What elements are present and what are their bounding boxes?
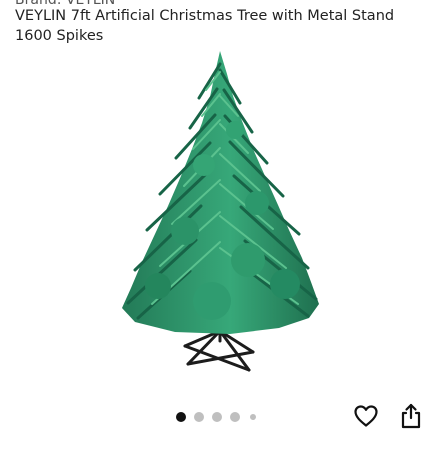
carousel-dot-4[interactable]: [230, 412, 240, 422]
carousel-dot-3[interactable]: [212, 412, 222, 422]
share-button[interactable]: [396, 401, 426, 431]
christmas-tree-image: [122, 51, 319, 372]
tree-body: [122, 51, 319, 334]
share-icon: [401, 403, 421, 429]
tree-stand: [183, 329, 255, 372]
product-title: VEYLIN 7ft Artificial Christmas Tree wit…: [15, 8, 395, 44]
heart-outline-icon: [354, 405, 378, 427]
carousel-dot-2[interactable]: [194, 412, 204, 422]
carousel-dot-1-active[interactable]: [176, 412, 186, 422]
product-image[interactable]: [80, 46, 360, 386]
image-carousel-indicator[interactable]: [176, 410, 256, 424]
carousel-dot-5[interactable]: [250, 414, 256, 420]
wishlist-button[interactable]: [351, 401, 381, 431]
